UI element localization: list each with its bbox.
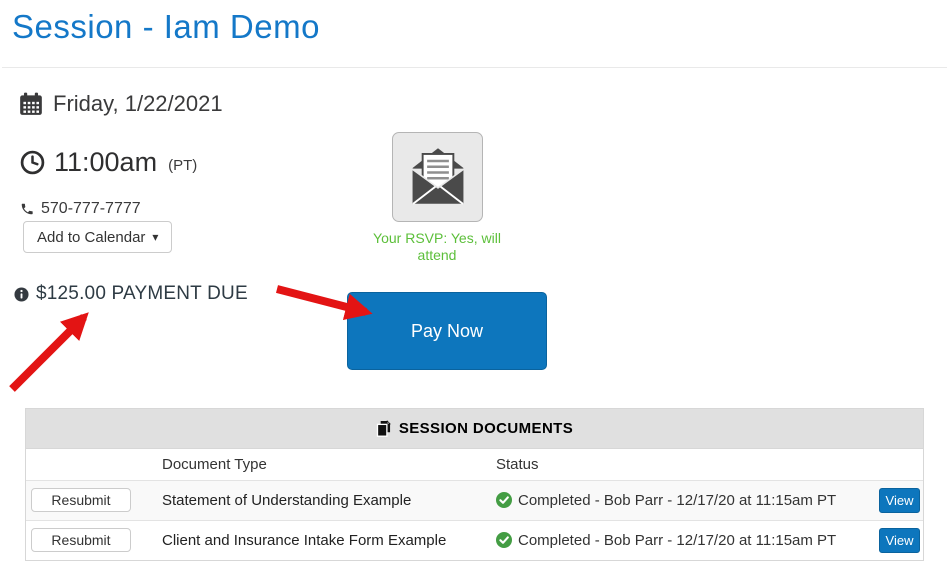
view-column-header [875,449,923,480]
red-arrow-to-payment [12,317,84,389]
table-row: Resubmit Statement of Understanding Exam… [26,480,923,520]
session-date: Friday, 1/22/2021 [18,91,223,117]
chevron-down-icon: ▾ [152,231,158,243]
calendar-icon [18,91,44,117]
status-column-header: Status [496,449,875,480]
session-date-text: Friday, 1/22/2021 [53,91,223,117]
payment-due: $125.00 PAYMENT DUE [14,283,248,305]
status-text: Completed - Bob Parr - 12/17/20 at 11:15… [518,532,836,549]
table-row: Resubmit Client and Insurance Intake For… [26,520,923,560]
open-envelope-icon [406,145,470,209]
payment-due-text: $125.00 PAYMENT DUE [36,283,248,305]
session-phone: 570-777-7777 [20,200,141,218]
table-title-bar: SESSION DOCUMENTS [26,409,923,449]
phone-icon [20,202,34,216]
session-time-text: 11:00am [54,147,157,178]
session-phone-text: 570-777-7777 [41,200,141,218]
status-cell: Completed - Bob Parr - 12/17/20 at 11:15… [496,481,875,520]
clock-icon [20,150,45,175]
timezone-label: (PT) [168,151,197,174]
status-text: Completed - Bob Parr - 12/17/20 at 11:15… [518,492,836,509]
view-button[interactable]: View [879,528,920,553]
documents-table: Document Type Status Resubmit Statement … [26,449,923,560]
session-documents-table: SESSION DOCUMENTS Document Type Status R… [25,408,924,561]
document-type-cell: Statement of Understanding Example [162,480,496,520]
actions-column-header [26,449,162,480]
table-title-text: SESSION DOCUMENTS [399,420,573,437]
view-button[interactable]: View [879,488,920,513]
resubmit-button[interactable]: Resubmit [31,488,131,512]
info-icon [14,287,29,302]
document-type-cell: Client and Insurance Intake Form Example [162,520,496,560]
resubmit-button[interactable]: Resubmit [31,528,131,552]
document-type-column-header: Document Type [162,449,496,480]
check-circle-icon [496,492,512,508]
session-time: 11:00am (PT) [20,147,197,178]
documents-icon [376,420,391,437]
table-header-row: Document Type Status [26,449,923,480]
status-cell: Completed - Bob Parr - 12/17/20 at 11:15… [496,521,875,560]
session-page: Session - Iam Demo Friday, 1/22/2021 11:… [0,0,949,576]
pay-now-button[interactable]: Pay Now [347,292,547,370]
page-title: Session - Iam Demo [12,8,320,46]
rsvp-status-text: Your RSVP: Yes, will attend [362,230,512,264]
documents-table-body: Resubmit Statement of Understanding Exam… [26,480,923,560]
add-to-calendar-label: Add to Calendar [37,229,145,246]
add-to-calendar-button[interactable]: Add to Calendar ▾ [23,221,172,253]
check-circle-icon [496,532,512,548]
divider [2,67,947,68]
rsvp-envelope-tile[interactable] [392,132,483,222]
